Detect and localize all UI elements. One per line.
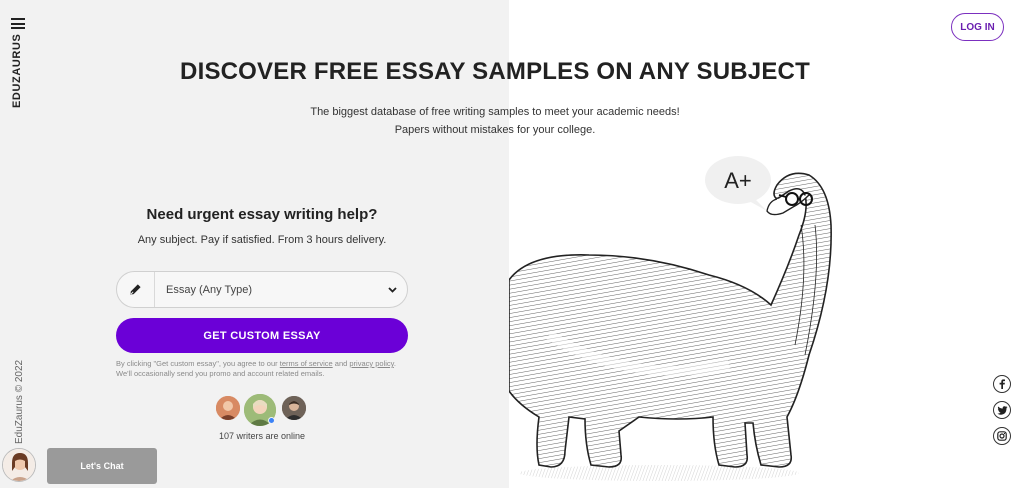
chat-agent-avatar[interactable]	[2, 448, 36, 482]
speech-bubble-text: A+	[724, 168, 752, 193]
paper-type-select[interactable]: Essay (Any Type)	[116, 271, 408, 308]
hero-subtitle-line-2: Papers without mistakes for your college…	[394, 124, 596, 136]
form-subtitle: Any subject. Pay if satisfied. From 3 ho…	[137, 234, 387, 246]
writers-online-count: 107 writers are online	[218, 431, 306, 441]
chevron-down-icon	[377, 286, 407, 293]
hero-subtitle-line-1: The biggest database of free writing sam…	[310, 106, 680, 118]
hero-title: DISCOVER FREE ESSAY SAMPLES ON ANY SUBJE…	[180, 58, 810, 85]
dinosaur-illustration: A+	[509, 156, 832, 481]
legal-notice: By clicking "Get custom essay", you agre…	[116, 359, 408, 379]
copyright-text: EduZaurus © 2022	[14, 359, 25, 444]
facebook-icon[interactable]	[993, 375, 1011, 393]
get-custom-essay-button[interactable]: GET CUSTOM ESSAY	[116, 318, 408, 353]
online-indicator	[268, 417, 275, 424]
login-button[interactable]: LOG IN	[951, 13, 1004, 41]
lets-chat-button[interactable]: Let's Chat	[47, 448, 157, 484]
twitter-icon[interactable]	[993, 401, 1011, 419]
writers-avatars	[214, 392, 314, 428]
hero-subtitle: The biggest database of free writing sam…	[0, 103, 990, 139]
hamburger-menu-icon[interactable]	[11, 18, 25, 29]
form-title: Need urgent essay writing help?	[146, 206, 378, 223]
legal-and: and	[334, 359, 348, 368]
instagram-icon[interactable]	[993, 427, 1011, 445]
writer-avatar	[280, 394, 308, 422]
writer-avatar	[214, 394, 242, 422]
privacy-policy-link[interactable]: privacy policy	[349, 359, 393, 368]
paper-type-value: Essay (Any Type)	[166, 283, 252, 296]
pen-icon	[117, 272, 155, 307]
legal-prefix: By clicking "Get custom essay", you agre…	[116, 359, 278, 368]
terms-of-service-link[interactable]: terms of service	[280, 359, 333, 368]
